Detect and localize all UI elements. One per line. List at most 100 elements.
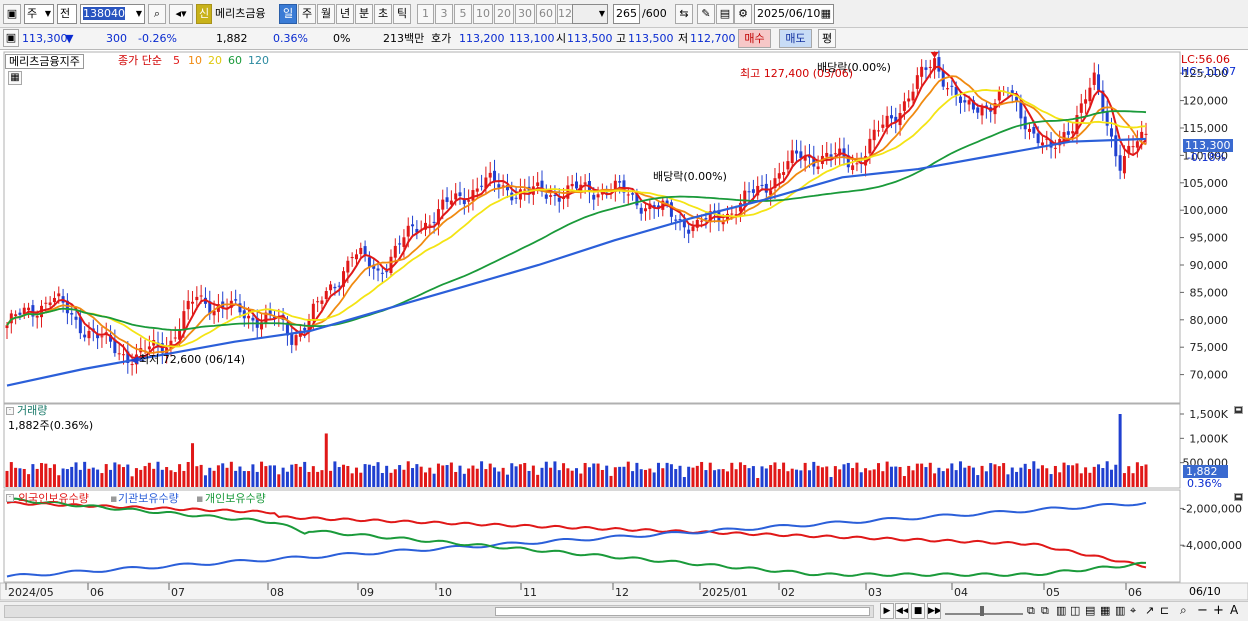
candle-body <box>186 300 190 310</box>
volume-bar <box>216 465 220 487</box>
candle-body <box>1118 155 1122 171</box>
copy-icon[interactable]: ⧉ <box>1027 605 1035 616</box>
volume-bar <box>225 467 229 487</box>
font-size-icon[interactable]: A <box>1230 604 1238 616</box>
panel-handle-icon[interactable]: · <box>6 407 14 415</box>
volume-bar <box>454 471 458 487</box>
rewind-icon[interactable]: ◀◀ <box>895 603 909 619</box>
split-icon[interactable]: ◫ <box>1070 605 1080 616</box>
layout-icon[interactable]: ▤ <box>1085 605 1095 616</box>
volume-bar <box>562 463 566 487</box>
volume-bar <box>195 466 199 487</box>
candle-body <box>855 163 859 165</box>
volume-bar <box>549 467 553 487</box>
volume-bar <box>790 468 794 487</box>
play-icon[interactable]: ▶ <box>880 603 894 619</box>
volume-bar <box>359 472 363 487</box>
volume-bar <box>717 469 721 487</box>
candle-body <box>199 295 203 297</box>
volume-bar <box>178 464 182 487</box>
volume-bar <box>497 471 501 487</box>
candle-body <box>44 302 48 304</box>
scrollbar-thumb[interactable] <box>495 607 870 616</box>
candle-body <box>346 260 350 273</box>
candle-body <box>782 172 786 175</box>
stop-icon[interactable]: ■ <box>911 603 925 619</box>
volume-bar <box>635 462 639 487</box>
volume-bar <box>1066 465 1070 487</box>
speed-slider[interactable] <box>945 606 1023 616</box>
candle-body <box>743 190 747 205</box>
price-y-label: 75,000 <box>1190 341 1229 354</box>
volume-bar <box>622 466 626 487</box>
candle-body <box>87 330 91 339</box>
x-axis-label: 11 <box>523 586 537 599</box>
volume-bar <box>415 464 419 487</box>
candle-body <box>1122 156 1126 174</box>
candle-body <box>549 195 553 197</box>
candle-body <box>790 150 794 164</box>
volume-bar <box>14 467 18 487</box>
table-icon[interactable]: ▥ <box>1056 605 1066 616</box>
volume-bar <box>1135 462 1139 487</box>
speed-slider-thumb[interactable] <box>980 606 984 616</box>
volume-bar <box>553 461 557 487</box>
candle-body <box>173 337 177 339</box>
trend-icon[interactable]: ↗ <box>1145 605 1154 616</box>
price-y-label: 80,000 <box>1190 314 1229 327</box>
candle-body <box>1023 116 1027 130</box>
zoom-icon[interactable]: ⌕ <box>1180 604 1187 616</box>
ma-label: 종가 단순 <box>118 54 162 67</box>
candle-body <box>626 194 630 196</box>
volume-bar <box>575 468 578 487</box>
volume-bar <box>311 466 315 487</box>
legend-sep-icon: ▪ <box>110 492 118 505</box>
volume-bar <box>61 468 65 487</box>
volume-bar <box>713 470 717 487</box>
zoom-fit-icon[interactable]: ⌖ <box>1130 605 1136 616</box>
volume-bar <box>203 475 207 487</box>
volume-bar <box>91 467 95 487</box>
panel-handle-icon[interactable]: · <box>6 494 14 502</box>
fast-forward-icon[interactable]: ▶▶ <box>927 603 941 619</box>
candle-body <box>311 303 315 320</box>
institution-legend: 기관보유수량 <box>118 492 179 505</box>
volume-bar <box>96 469 100 487</box>
stock-title: 메리츠금융지주 <box>9 55 80 68</box>
ma5-line <box>6 65 1147 359</box>
candle-body <box>1109 128 1113 137</box>
ma5-label: 5 <box>173 54 180 67</box>
minimize-icon[interactable]: ▬ <box>1234 406 1243 414</box>
candle-body <box>760 184 764 186</box>
minimize-icon[interactable]: ▬ <box>1234 493 1243 501</box>
volume-bar <box>255 471 259 487</box>
candle-body <box>687 229 691 234</box>
volume-bar <box>648 468 652 487</box>
volume-bar <box>1114 464 1118 487</box>
volume-bar <box>488 463 492 487</box>
copy-alt-icon[interactable]: ⧉ <box>1041 605 1049 616</box>
volume-bar <box>247 471 251 487</box>
candle-body <box>618 181 622 183</box>
zoom-in-icon[interactable]: + <box>1213 604 1224 617</box>
volume-bar <box>842 464 846 487</box>
volume-bar <box>307 471 311 487</box>
tag-icon[interactable]: ▥ <box>1115 605 1125 616</box>
grid-icon[interactable]: ▦ <box>8 71 22 85</box>
ruler-icon[interactable]: ⊏ <box>1160 605 1169 616</box>
scrollbar-track[interactable] <box>4 605 874 618</box>
volume-bar <box>35 468 39 487</box>
bookmark-icon[interactable]: ▦ <box>1100 605 1110 616</box>
legend-sep-icon: ▪ <box>196 492 204 505</box>
volume-bar <box>493 467 497 487</box>
volume-bar <box>117 464 121 487</box>
volume-bar <box>738 462 742 487</box>
candle-body <box>695 219 699 228</box>
volume-bar <box>963 467 967 487</box>
candle-body <box>398 243 402 245</box>
zoom-out-icon[interactable]: − <box>1197 604 1208 617</box>
volume-bar <box>1028 469 1032 487</box>
volume-bar <box>294 463 298 487</box>
candle-body <box>251 317 255 321</box>
candle-body <box>52 297 56 303</box>
